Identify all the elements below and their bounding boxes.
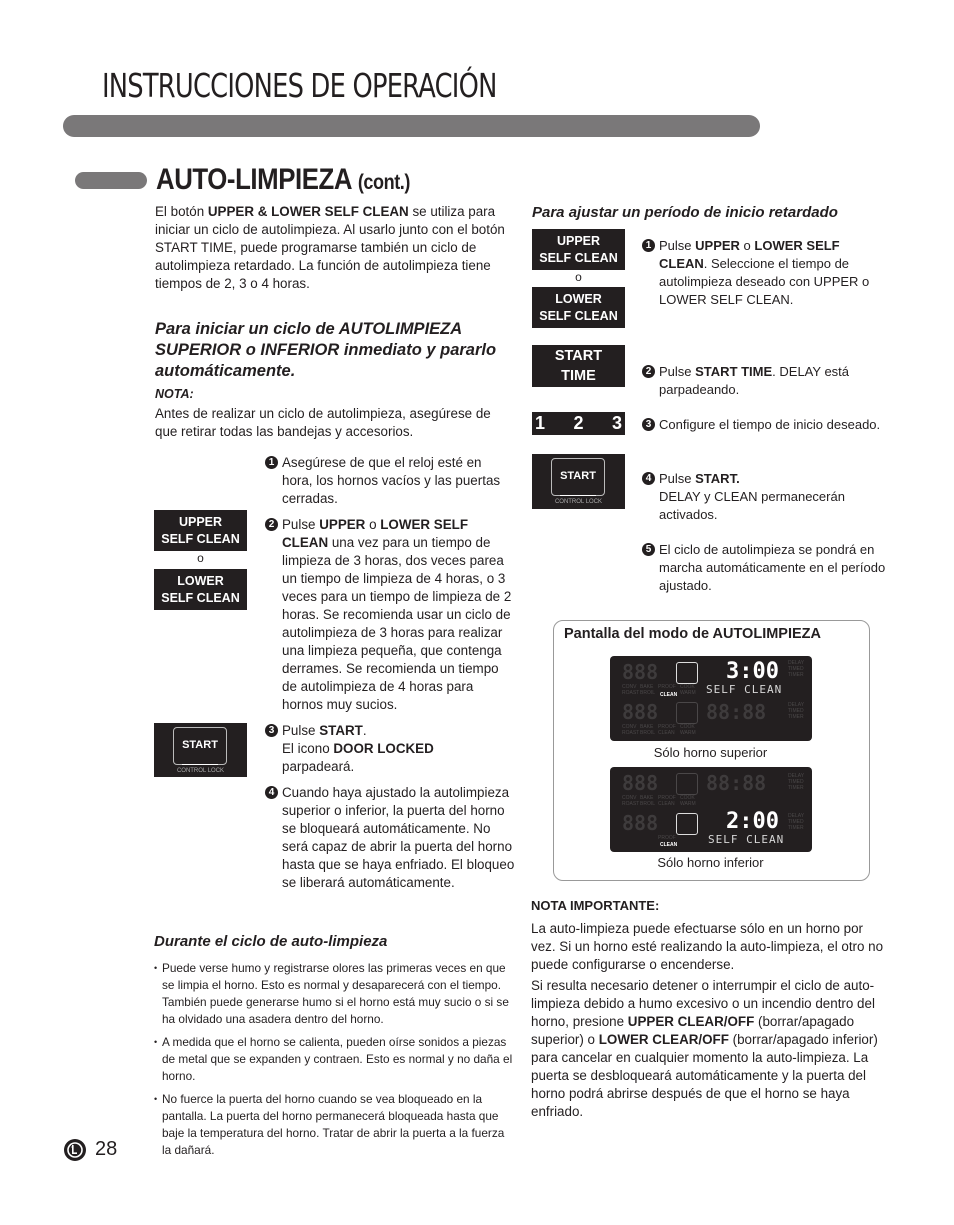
section-title-text: AUTO-LIMPIEZA	[156, 163, 352, 196]
during-heading: Durante el ciclo de auto-limpieza	[154, 933, 388, 950]
immediate-heading: Para iniciar un ciclo de AUTOLIMPIEZA SU…	[155, 320, 497, 380]
start-time-button[interactable]: START TIME	[532, 345, 625, 387]
key-2[interactable]: 2	[573, 412, 583, 435]
lg-logo-icon	[64, 1139, 86, 1161]
intro-paragraph: El botón UPPER & LOWER SELF CLEAN se uti…	[155, 204, 505, 291]
step-1: 1 Asegúrese de que el reloj esté en hora,…	[265, 454, 515, 508]
bullet-item: Puede verse humo y registrarse olores la…	[154, 960, 514, 1028]
bullet-item: No fuerce la puerta del horno cuando se …	[154, 1091, 514, 1159]
step-4: 4 Cuando haya ajustado la autolimpieza su…	[265, 784, 515, 892]
delayed-heading: Para ajustar un período de inicio retard…	[532, 204, 838, 221]
delayed-step-4: 4 Pulse START. DELAY y CLEAN permanecerán …	[642, 470, 887, 524]
lower-time: 2:00	[726, 809, 779, 834]
page-number: 28	[95, 1138, 118, 1160]
delayed-step-2: 2 Pulse START TIME. DELAY está parpadeand…	[642, 363, 887, 399]
upper-self-clean-button[interactable]: UPPER SELF CLEAN	[154, 510, 247, 551]
section-title: AUTO-LIMPIEZA (cont.)	[156, 163, 410, 197]
lower-caption: Sólo horno inferior	[657, 855, 764, 870]
important-paragraph-1: La auto-limpieza puede efectuarse sólo e…	[531, 921, 884, 972]
delayed-step-1: 1 Pulse UPPER o LOWER SELF CLEAN. Selecci…	[642, 237, 887, 309]
number-keypad[interactable]: 1 2 3	[532, 412, 625, 435]
key-1[interactable]: 1	[535, 412, 545, 435]
important-paragraph-2: Si resulta necesario detener o interrump…	[531, 978, 878, 1119]
step-2: 2 Pulse UPPER o LOWER SELF CLEAN una vez …	[265, 516, 515, 714]
key-3[interactable]: 3	[612, 412, 622, 435]
important-heading: NOTA IMPORTANTE:	[531, 898, 660, 913]
start-label: START	[560, 459, 596, 496]
note-label: NOTA:	[155, 387, 194, 401]
upper-caption: Sólo horno superior	[653, 745, 768, 760]
lcd-lower-oven-only: 888 88:88 DELAY TIMED TIMER CONV ROAST BAKE…	[610, 767, 812, 852]
delayed-step-3: 3 Configure el tiempo de inicio deseado.	[642, 416, 887, 434]
control-lock-label: CONTROL LOCK	[176, 768, 225, 774]
section-title-suffix: (cont.)	[357, 171, 411, 194]
lcd-upper-oven-only: 888 CONV ROAST BAKE BROIL PROOF CLEAN COOK…	[610, 656, 812, 741]
lower-self-clean-button[interactable]: LOWER SELF CLEAN	[532, 287, 625, 328]
or-label: o	[575, 270, 582, 284]
upper-mode: SELF CLEAN	[706, 683, 783, 696]
lower-self-clean-button[interactable]: LOWER SELF CLEAN	[154, 569, 247, 610]
control-lock-label: CONTROL LOCK	[554, 499, 603, 505]
clean-indicator: CLEAN	[660, 692, 678, 698]
lower-mode: SELF CLEAN	[708, 833, 785, 846]
start-button[interactable]: START CONTROL LOCK	[154, 723, 247, 777]
clean-indicator: CLEAN	[660, 842, 678, 848]
step-3: 3 Pulse START. El icono DOOR LOCKED parpad…	[265, 722, 515, 776]
start-label: START	[182, 728, 218, 765]
upper-self-clean-button[interactable]: UPPER SELF CLEAN	[532, 229, 625, 270]
delayed-step-5: 5 El ciclo de autolimpieza se pondrá en m…	[642, 541, 887, 595]
note-text: Antes de realizar un ciclo de autolimpie…	[155, 406, 491, 439]
header-divider-bar	[63, 115, 760, 137]
page-title: INSTRUCCIONES DE OPERACIÓN	[102, 66, 497, 105]
section-marker	[75, 172, 147, 189]
immediate-steps: 1 Asegúrese de que el reloj esté en hora,…	[265, 454, 515, 892]
upper-time: 3:00	[726, 659, 779, 684]
display-panel-title: Pantalla del modo de AUTOLIMPIEZA	[564, 626, 821, 642]
oven-lock-icon	[676, 662, 698, 684]
during-bullets: Puede verse humo y registrarse olores la…	[154, 960, 514, 1165]
bullet-item: A medida que el horno se calienta, puede…	[154, 1034, 514, 1085]
oven-lock-icon	[676, 813, 698, 835]
or-label: o	[197, 551, 204, 565]
start-button[interactable]: START CONTROL LOCK	[532, 454, 625, 509]
